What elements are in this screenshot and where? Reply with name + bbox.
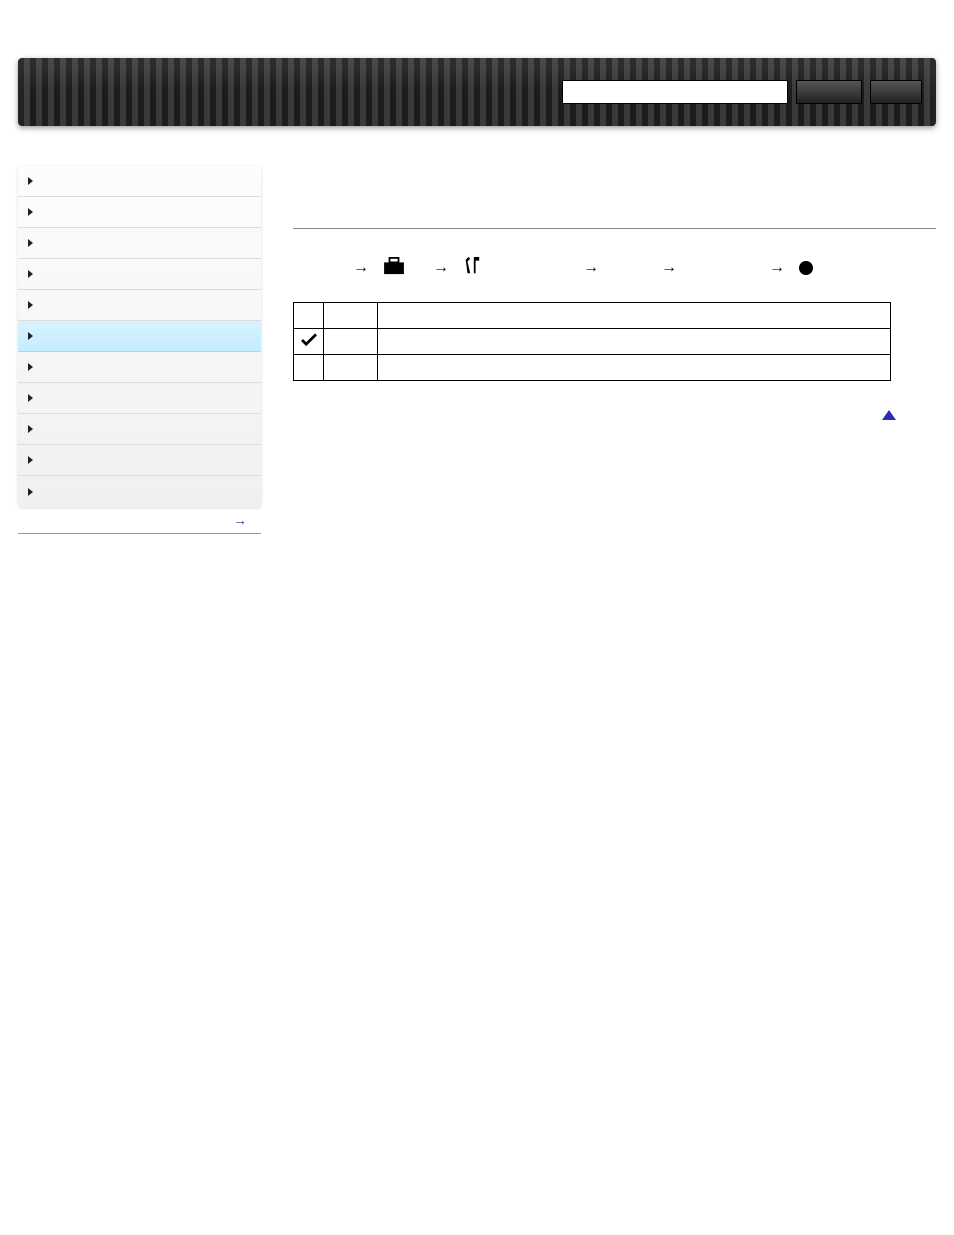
sidebar-item-10[interactable] bbox=[18, 476, 261, 507]
chevron-right-icon bbox=[28, 270, 33, 278]
arrow-right-icon: → bbox=[769, 259, 785, 277]
section-divider bbox=[293, 228, 936, 229]
arrow-right-icon: → bbox=[433, 259, 449, 277]
table-header bbox=[324, 303, 378, 329]
checkmark-icon bbox=[300, 338, 318, 350]
sidebar-item-4[interactable] bbox=[18, 290, 261, 321]
dot-icon bbox=[799, 261, 813, 275]
table-row bbox=[294, 329, 891, 355]
arrow-right-icon: → bbox=[583, 259, 599, 277]
settings-table bbox=[293, 302, 891, 381]
breadcrumb: → → → → → bbox=[293, 257, 936, 278]
divider bbox=[18, 533, 261, 534]
tools-icon bbox=[463, 257, 481, 278]
sidebar-item-6[interactable] bbox=[18, 352, 261, 383]
arrow-right-icon: → bbox=[661, 259, 677, 277]
chevron-right-icon bbox=[28, 239, 33, 247]
sidebar-item-7[interactable] bbox=[18, 383, 261, 414]
table-row bbox=[294, 355, 891, 381]
row-name-cell bbox=[324, 329, 378, 355]
sidebar-item-5[interactable] bbox=[18, 321, 261, 352]
chevron-right-icon bbox=[28, 456, 33, 464]
chevron-right-icon bbox=[28, 208, 33, 216]
briefcase-icon bbox=[383, 257, 405, 278]
reset-button[interactable] bbox=[870, 80, 922, 104]
search-button[interactable] bbox=[796, 80, 862, 104]
chevron-right-icon bbox=[28, 363, 33, 371]
sidebar-item-2[interactable] bbox=[18, 228, 261, 259]
sidebar-item-8[interactable] bbox=[18, 414, 261, 445]
chevron-right-icon bbox=[28, 301, 33, 309]
main-content: → → → → → bbox=[261, 166, 936, 421]
chevron-right-icon bbox=[28, 177, 33, 185]
chevron-right-icon bbox=[28, 425, 33, 433]
chevron-right-icon bbox=[28, 332, 33, 340]
row-check-cell bbox=[294, 329, 324, 355]
arrow-right-icon: → bbox=[233, 513, 247, 527]
row-check-cell bbox=[294, 355, 324, 381]
table-header-row bbox=[294, 303, 891, 329]
sidebar-item-0[interactable] bbox=[18, 166, 261, 197]
header-bar bbox=[18, 58, 936, 126]
triangle-up-icon bbox=[882, 410, 896, 420]
back-to-top-link[interactable] bbox=[293, 409, 936, 421]
table-header bbox=[294, 303, 324, 329]
next-link[interactable]: → bbox=[18, 507, 261, 533]
row-desc-cell bbox=[378, 355, 891, 381]
sidebar bbox=[18, 166, 261, 507]
sidebar-item-9[interactable] bbox=[18, 445, 261, 476]
row-desc-cell bbox=[378, 329, 891, 355]
search-input[interactable] bbox=[562, 80, 788, 104]
row-name-cell bbox=[324, 355, 378, 381]
sidebar-item-1[interactable] bbox=[18, 197, 261, 228]
sidebar-item-3[interactable] bbox=[18, 259, 261, 290]
chevron-right-icon bbox=[28, 394, 33, 402]
table-header bbox=[378, 303, 891, 329]
arrow-right-icon: → bbox=[353, 259, 369, 277]
chevron-right-icon bbox=[28, 488, 33, 496]
